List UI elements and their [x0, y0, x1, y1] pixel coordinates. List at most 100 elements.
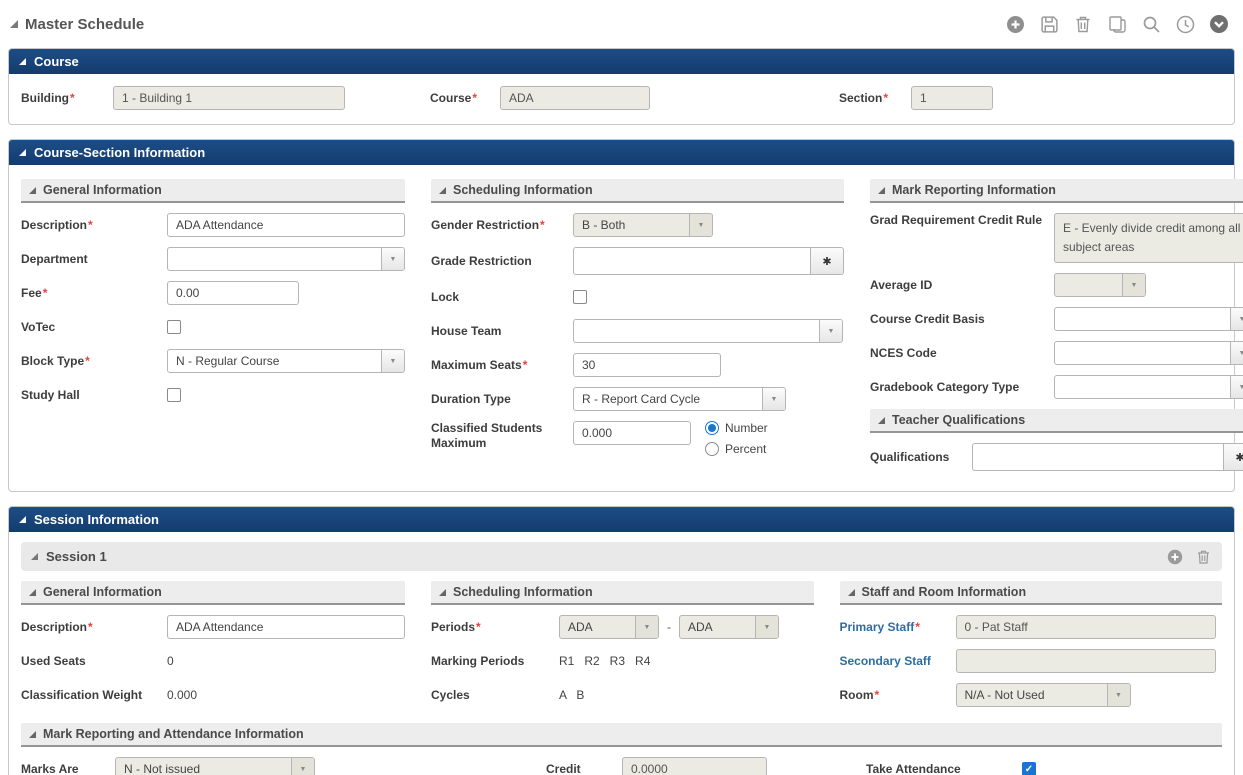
- period-to-select[interactable]: ADA: [679, 615, 779, 639]
- periods-label: Periods: [431, 620, 559, 635]
- scheduling-information-header[interactable]: Scheduling Information: [431, 179, 844, 203]
- room-select[interactable]: N/A - Not Used: [956, 683, 1131, 707]
- save-icon: [1040, 15, 1059, 34]
- maximum-seats-input[interactable]: [573, 353, 721, 377]
- mark-reporting-information-header[interactable]: Mark Reporting Information: [870, 179, 1243, 203]
- description-input[interactable]: [167, 213, 405, 237]
- course-label: Course: [430, 91, 500, 106]
- primary-staff-input[interactable]: [956, 615, 1216, 639]
- classified-students-maximum-input[interactable]: [573, 421, 691, 445]
- duration-type-label: Duration Type: [431, 392, 573, 407]
- average-id-select[interactable]: [1054, 273, 1146, 297]
- general-information-column: General Information Description Departme…: [21, 173, 405, 481]
- chevron-down-icon: [1230, 376, 1243, 398]
- room-label: Room: [840, 688, 956, 703]
- study-hall-checkbox[interactable]: [167, 388, 181, 402]
- duration-type-select[interactable]: R - Report Card Cycle: [573, 387, 786, 411]
- chevron-down-icon: [1107, 684, 1130, 706]
- course-panel-header[interactable]: Course: [9, 49, 1234, 74]
- gender-restriction-select[interactable]: B - Both: [573, 213, 713, 237]
- delete-session-button[interactable]: [1195, 548, 1212, 565]
- votec-checkbox[interactable]: [167, 320, 181, 334]
- general-information-header[interactable]: General Information: [21, 179, 405, 203]
- course-input[interactable]: [500, 86, 650, 110]
- add-icon: [1006, 15, 1025, 34]
- secondary-staff-label[interactable]: Secondary Staff: [840, 654, 956, 669]
- copy-button[interactable]: [1107, 14, 1127, 34]
- marking-periods-values: R1 R2 R3 R4: [559, 654, 650, 668]
- number-radio[interactable]: [705, 421, 719, 435]
- session-general-information-header[interactable]: General Information: [21, 581, 405, 605]
- session-1-header[interactable]: Session 1: [21, 542, 1222, 571]
- required-asterisk: [914, 620, 920, 634]
- classified-students-maximum-radio-group: Number Percent: [705, 421, 768, 456]
- collapse-triangle-icon: [29, 731, 36, 738]
- history-button[interactable]: [1175, 14, 1195, 34]
- take-attendance-label: Take Attendance: [866, 762, 1022, 775]
- primary-staff-label[interactable]: Primary Staff: [840, 620, 956, 635]
- section-input[interactable]: [911, 86, 993, 110]
- collapse-all-button[interactable]: [1209, 14, 1229, 34]
- cycles-label: Cycles: [431, 688, 559, 703]
- credit-column: Credit Mark Types: [546, 747, 846, 775]
- used-seats-label: Used Seats: [21, 654, 167, 669]
- course-section-panel-header[interactable]: Course-Section Information: [9, 140, 1234, 165]
- secondary-staff-input[interactable]: [956, 649, 1216, 673]
- mark-reporting-attendance-header[interactable]: Mark Reporting and Attendance Informatio…: [21, 723, 1222, 747]
- chevron-down-icon: [819, 320, 842, 342]
- building-input[interactable]: [113, 86, 345, 110]
- gradebook-category-type-select[interactable]: [1054, 375, 1243, 399]
- asterisk-picker-button[interactable]: [1224, 443, 1243, 471]
- collapse-triangle-icon[interactable]: [10, 20, 18, 28]
- percent-radio[interactable]: [705, 442, 719, 456]
- credit-label: Credit: [546, 762, 622, 775]
- teacher-qualifications-header[interactable]: Teacher Qualifications: [870, 409, 1243, 433]
- gender-restriction-label: Gender Restriction: [431, 218, 573, 233]
- classification-weight-value: 0.000: [167, 688, 197, 702]
- house-team-select[interactable]: [573, 319, 843, 343]
- session-information-panel-header[interactable]: Session Information: [9, 507, 1234, 532]
- study-hall-label: Study Hall: [21, 388, 167, 403]
- take-attendance-checkbox[interactable]: [1022, 762, 1036, 775]
- grade-restriction-input[interactable]: [573, 247, 811, 275]
- nces-code-select[interactable]: [1054, 341, 1243, 365]
- search-icon: [1142, 15, 1161, 34]
- chevron-down-icon: [381, 248, 404, 270]
- add-session-button[interactable]: [1166, 548, 1183, 565]
- classification-weight-label: Classification Weight: [21, 688, 167, 703]
- qualifications-input[interactable]: [972, 443, 1224, 471]
- required-asterisk: [874, 688, 880, 702]
- required-asterisk: [87, 620, 93, 634]
- page-title: Master Schedule: [25, 16, 144, 33]
- qualifications-label: Qualifications: [870, 450, 972, 465]
- session-scheduling-information-header[interactable]: Scheduling Information: [431, 581, 814, 605]
- period-from-select[interactable]: ADA: [559, 615, 659, 639]
- session-general-column: General Information Description Used Sea…: [21, 575, 405, 717]
- staff-room-column: Staff and Room Information Primary Staff…: [840, 575, 1223, 717]
- delete-button[interactable]: [1073, 14, 1093, 34]
- asterisk-picker-button[interactable]: [811, 247, 844, 275]
- session-description-input[interactable]: [167, 615, 405, 639]
- votec-label: VoTec: [21, 320, 167, 335]
- add-button[interactable]: [1005, 14, 1025, 34]
- save-button[interactable]: [1039, 14, 1059, 34]
- staff-and-room-information-header[interactable]: Staff and Room Information: [840, 581, 1223, 605]
- marking-periods-label: Marking Periods: [431, 654, 559, 669]
- collapse-triangle-icon: [878, 187, 885, 194]
- chevron-down-icon: [762, 388, 785, 410]
- marks-are-select[interactable]: N - Not issued: [115, 757, 315, 775]
- nces-code-label: NCES Code: [870, 346, 1054, 361]
- collapse-triangle-icon: [439, 589, 446, 596]
- required-asterisk: [69, 91, 75, 105]
- course-credit-basis-select[interactable]: [1054, 307, 1243, 331]
- fee-input[interactable]: [167, 281, 299, 305]
- search-button[interactable]: [1141, 14, 1161, 34]
- block-type-select[interactable]: N - Regular Course: [167, 349, 405, 373]
- department-select[interactable]: [167, 247, 405, 271]
- credit-input[interactable]: [622, 757, 767, 775]
- lock-checkbox[interactable]: [573, 290, 587, 304]
- department-label: Department: [21, 252, 167, 267]
- collapse-triangle-icon: [19, 516, 26, 523]
- copy-icon: [1108, 15, 1127, 34]
- chevron-down-icon: [291, 758, 314, 775]
